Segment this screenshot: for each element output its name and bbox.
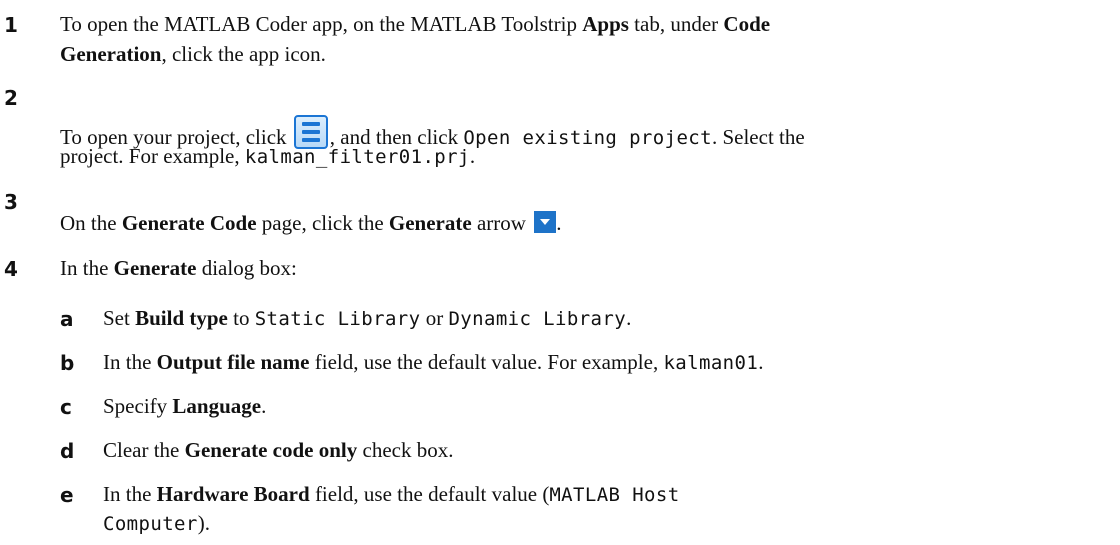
- step-number: 1: [4, 13, 18, 37]
- step-text: Generation, click the app icon.: [60, 42, 326, 66]
- code-literal: kalman01: [663, 352, 759, 374]
- code-literal: Static Library: [254, 308, 421, 330]
- step-text: On the Generate Code page, click the Gen…: [60, 211, 562, 235]
- ui-term: Generate Code: [121, 211, 257, 235]
- substep-letter: e: [60, 483, 74, 507]
- ui-term: Build type: [135, 306, 228, 330]
- substep-text: Specify Language.: [103, 394, 267, 418]
- step-number: 4: [4, 257, 18, 281]
- substep-text: Set Build type to Static Library or Dyna…: [103, 306, 632, 330]
- code-literal: Open existing project: [463, 127, 712, 149]
- substep-letter: b: [60, 351, 75, 375]
- step-text: To open the MATLAB Coder app, on the MAT…: [60, 12, 771, 36]
- code-literal: MATLAB Host: [549, 484, 680, 506]
- ui-term: Apps: [582, 12, 629, 36]
- dropdown-arrow-icon: [534, 211, 557, 233]
- step-text: project. For example, kalman_filter01.pr…: [60, 144, 476, 168]
- ui-term: Output file name: [156, 350, 310, 374]
- substep-text: Computer).: [103, 511, 210, 535]
- ui-term: Code: [723, 12, 771, 36]
- ui-term: Generate: [113, 256, 197, 280]
- substep-letter: c: [60, 395, 72, 419]
- ui-term: Hardware Board: [156, 482, 310, 506]
- substep-letter: d: [60, 439, 75, 463]
- ui-term: Generate: [388, 211, 472, 235]
- code-literal: Dynamic Library: [448, 308, 627, 330]
- ui-term: Language: [172, 394, 262, 418]
- step-number: 3: [4, 190, 18, 214]
- substep-text: In the Output file name field, use the d…: [103, 350, 764, 374]
- substep-text: In the Hardware Board field, use the def…: [103, 482, 680, 506]
- ui-term: Generation: [60, 42, 162, 66]
- step-number: 2: [4, 86, 18, 110]
- substep-letter: a: [60, 307, 74, 331]
- code-literal: Computer: [103, 513, 198, 535]
- code-literal: kalman_filter01.prj: [244, 146, 470, 168]
- step-text: In the Generate dialog box:: [60, 256, 297, 280]
- ui-term: Generate code only: [184, 438, 358, 462]
- substep-text: Clear the Generate code only check box.: [103, 438, 454, 462]
